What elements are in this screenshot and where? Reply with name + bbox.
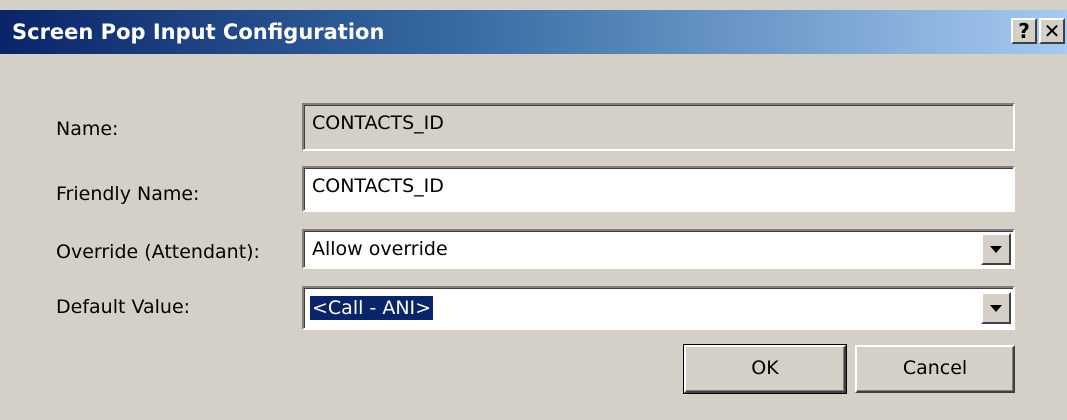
friendly-name-label: Friendly Name: [56,183,200,205]
default-value-dropdown[interactable]: <Call - ANI> [302,286,1015,330]
default-value-dropdown-arrow[interactable] [981,292,1011,324]
override-selected-value: Allow override [312,238,448,260]
ok-button[interactable]: OK [683,344,847,394]
help-button[interactable]: ? [1011,18,1037,44]
override-dropdown[interactable]: Allow override [302,229,1015,269]
close-icon: ✕ [1043,19,1061,43]
override-label: Override (Attendant): [56,241,260,263]
default-value-label: Default Value: [56,296,191,318]
override-dropdown-arrow[interactable] [981,233,1011,265]
friendly-name-input[interactable]: CONTACTS_ID [302,166,1015,212]
name-field: CONTACTS_ID [302,103,1015,151]
dialog-window: Screen Pop Input Configuration ? ✕ Name:… [0,0,1067,420]
close-button[interactable]: ✕ [1039,18,1065,44]
title-bar[interactable]: Screen Pop Input Configuration ? ✕ [0,10,1067,54]
name-label: Name: [56,118,119,140]
default-value-selected-value: <Call - ANI> [308,295,435,321]
dialog-title: Screen Pop Input Configuration [12,20,385,44]
cancel-button[interactable]: Cancel [855,345,1015,393]
